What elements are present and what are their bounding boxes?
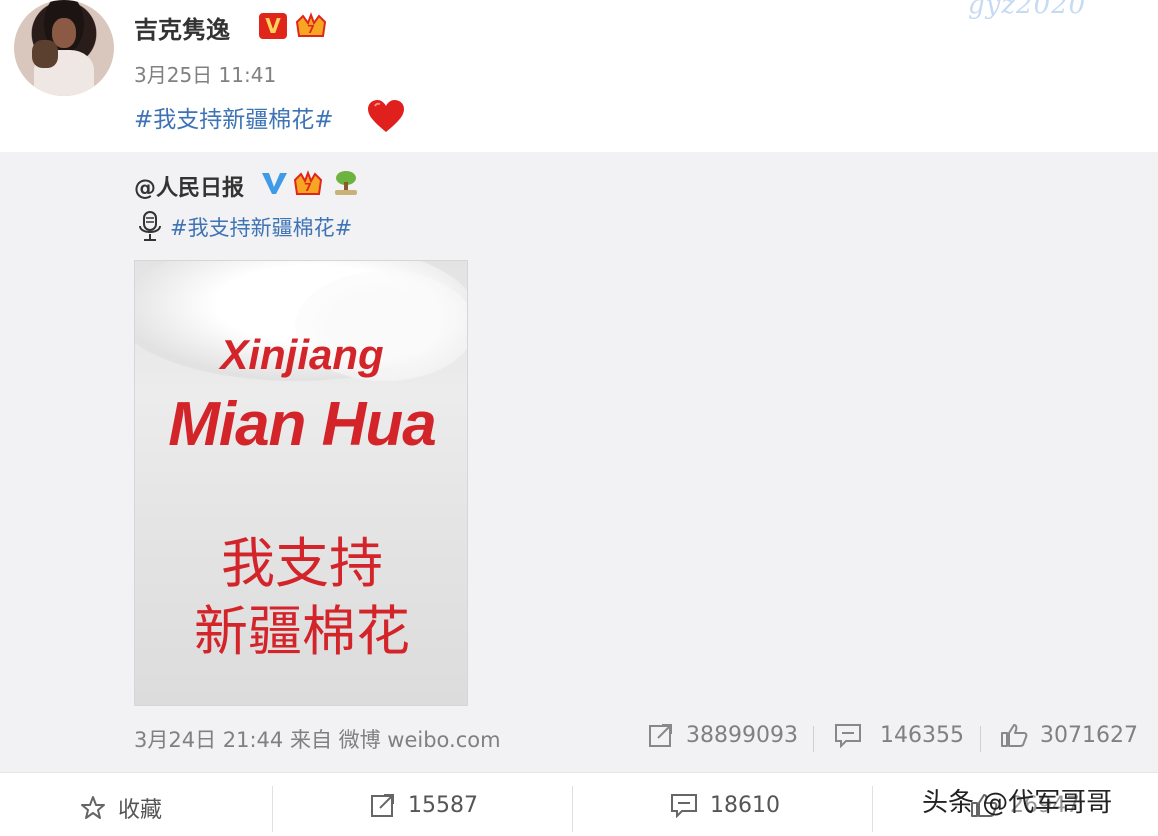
share-icon <box>649 724 672 747</box>
divider <box>872 786 873 832</box>
thumbs-up-icon <box>1001 724 1028 747</box>
divider <box>813 726 814 752</box>
crown-member-icon: 7 <box>293 170 323 195</box>
microphone-icon <box>139 211 161 241</box>
repost-author[interactable]: @人民日报 <box>134 170 244 202</box>
repost-image[interactable]: Xinjiang Mian Hua 我支持 新疆棉花 <box>134 260 468 706</box>
avatar[interactable] <box>14 0 114 96</box>
red-heart-icon <box>368 100 404 132</box>
svg-text:7: 7 <box>307 23 315 36</box>
credit-watermark: 头条 @代军哥哥 <box>922 788 1113 818</box>
image-text-cotton: 新疆棉花 <box>194 600 410 663</box>
favorite-label: 收藏 <box>118 798 163 823</box>
crown-member-icon: 7 <box>295 12 327 37</box>
repost-count: 15587 <box>408 792 478 818</box>
comment-icon <box>671 794 697 818</box>
favorite-button[interactable]: 收藏 <box>80 792 162 824</box>
repost-button[interactable]: 15587 <box>370 792 478 818</box>
like-count: 3071627 <box>1040 722 1138 748</box>
share-icon <box>371 794 394 817</box>
blue-verified-icon <box>262 173 287 194</box>
username[interactable]: 吉克隽逸 <box>134 10 230 45</box>
image-text-mianhua: Mian Hua <box>168 390 437 459</box>
corner-watermark: gyz2020 <box>968 0 1087 20</box>
repost-meta[interactable]: 3月24日 21:44 来自 微博 weibo.com <box>134 724 501 754</box>
divider <box>572 786 573 832</box>
repost-hashtag-text[interactable]: #我支持新疆棉花# <box>170 212 352 242</box>
share-count: 38899093 <box>686 722 798 748</box>
repost-comment-stat[interactable]: 146355 <box>834 722 964 748</box>
tree-badge-icon <box>335 171 357 195</box>
comment-count: 18610 <box>710 792 780 818</box>
comment-button[interactable]: 18610 <box>670 792 780 818</box>
post-timestamp[interactable]: 3月25日 11:41 <box>134 59 276 88</box>
comment-count: 146355 <box>880 722 964 748</box>
post-hashtag-text[interactable]: #我支持新疆棉花# <box>134 100 334 134</box>
svg-text:7: 7 <box>304 181 312 194</box>
star-icon <box>81 796 105 819</box>
comment-icon <box>835 724 861 748</box>
avatar-pet <box>32 40 58 68</box>
verified-v-icon: V <box>259 13 287 39</box>
divider <box>272 786 273 832</box>
repost-share-stat[interactable]: 38899093 <box>648 722 798 748</box>
repost-like-stat[interactable]: 3071627 <box>1000 722 1138 748</box>
divider <box>980 726 981 752</box>
image-text-xinjiang: Xinjiang <box>220 331 384 378</box>
